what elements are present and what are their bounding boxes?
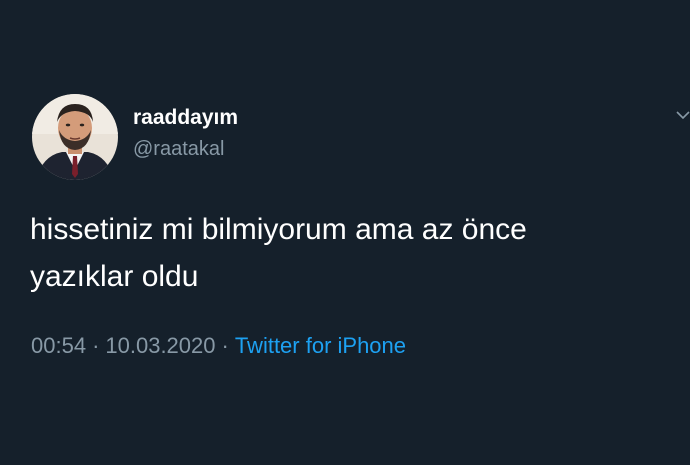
chevron-down-icon[interactable] — [676, 108, 690, 122]
tweet-time[interactable]: 00:54 — [31, 333, 86, 358]
tweet-text-line: yazıklar oldu — [30, 260, 199, 293]
avatar-photo — [32, 94, 118, 180]
avatar[interactable] — [32, 94, 118, 180]
tweet-text: hissetiniz mi bilmiyorum ama az önce yaz… — [30, 206, 650, 300]
tweet-source-link[interactable]: Twitter for iPhone — [235, 333, 406, 358]
meta-separator: · — [92, 333, 100, 358]
tweet-card: raaddayım @raatakal hissetiniz mi bilmiy… — [0, 0, 690, 465]
tweet-date[interactable]: 10.03.2020 — [105, 333, 215, 358]
meta-separator: · — [221, 333, 229, 358]
user-handle[interactable]: @raatakal — [133, 138, 224, 161]
tweet-meta: 00:54 · 10.03.2020 · Twitter for iPhone — [31, 333, 406, 359]
display-name[interactable]: raaddayım — [133, 106, 238, 130]
tweet-text-line: hissetiniz mi bilmiyorum ama az önce — [30, 213, 527, 246]
